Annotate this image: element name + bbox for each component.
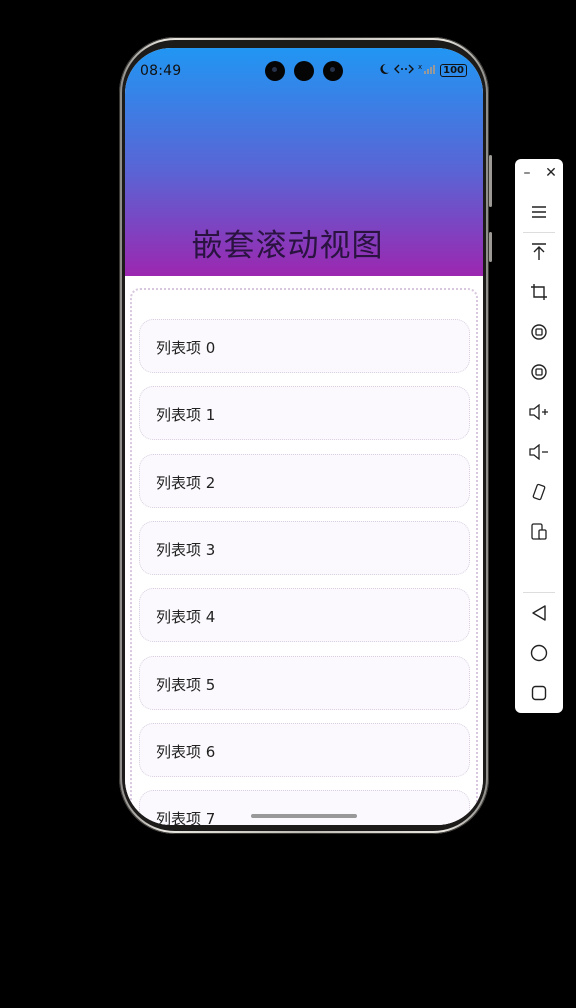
front-camera-icon	[294, 61, 314, 81]
volume-button[interactable]	[489, 155, 492, 207]
menu-icon[interactable]	[515, 198, 563, 226]
toolbar-divider	[523, 232, 555, 233]
volume-up-icon[interactable]	[515, 398, 563, 426]
list-item[interactable]: 列表项 5	[139, 655, 470, 710]
list-item-label: 列表项 6	[156, 742, 216, 761]
moon-icon	[378, 63, 390, 78]
list-item[interactable]: 列表项 2	[139, 453, 470, 508]
list-item-label: 列表项 5	[156, 675, 216, 694]
home-icon[interactable]	[515, 639, 563, 667]
pin-top-icon[interactable]	[515, 238, 563, 266]
list-item-label: 列表项 0	[156, 339, 216, 357]
recents-icon[interactable]	[515, 679, 563, 707]
header: 08:49 x 100 嵌套滚动视图	[125, 48, 483, 276]
emulator-toolbar: – ✕	[515, 159, 563, 713]
front-camera-icon	[323, 61, 343, 81]
toolbar-divider	[523, 592, 555, 593]
list-item-label: 列表项 3	[156, 540, 216, 559]
list-item[interactable]: 列表项 0	[139, 319, 470, 373]
list-item[interactable]: 列表项 1	[139, 386, 470, 441]
crop-icon[interactable]	[515, 278, 563, 306]
svg-text:x: x	[418, 63, 422, 71]
list-item-label: 列表项 7	[156, 810, 216, 825]
wifi-off-icon: x	[418, 63, 436, 78]
fold-icon[interactable]	[515, 518, 563, 546]
rotate-left-icon[interactable]	[515, 318, 563, 346]
nested-scroll-list[interactable]: 列表项 0 列表项 1 列表项 2 列表项 3 列表项 4 列表项 5 列表项 6 列表项 7	[125, 276, 483, 825]
rotate-right-icon[interactable]	[515, 358, 563, 386]
phone-screen: 08:49 x 100 嵌套滚动视图 列表项 0 列表项 1 列表项 2 列表项 3列…	[125, 48, 483, 825]
front-camera-icon	[265, 61, 285, 81]
page-title: 嵌套滚动视图	[191, 228, 384, 264]
status-time: 08:49	[140, 63, 182, 79]
list-item[interactable]: 列表项 4	[139, 588, 470, 643]
close-icon[interactable]: ✕	[541, 165, 561, 181]
volume-down-icon[interactable]	[515, 438, 563, 466]
power-button[interactable]	[489, 232, 492, 262]
list-item[interactable]: 列表项 3	[139, 520, 470, 575]
list-item-label: 列表项 2	[156, 473, 216, 492]
signal-arrows-icon	[394, 63, 415, 78]
list-item-label: 列表项 4	[156, 608, 216, 627]
shake-icon[interactable]	[515, 478, 563, 506]
battery-icon: 100	[440, 64, 467, 77]
list-item[interactable]: 列表项 6	[139, 722, 470, 777]
list-item[interactable]: 列表项 7	[139, 790, 470, 825]
status-icons: x 100	[378, 63, 467, 78]
list-item-label: 列表项 1	[156, 406, 216, 425]
back-icon[interactable]	[515, 599, 563, 627]
minimize-icon[interactable]: –	[517, 165, 537, 181]
home-indicator[interactable]	[251, 814, 357, 818]
